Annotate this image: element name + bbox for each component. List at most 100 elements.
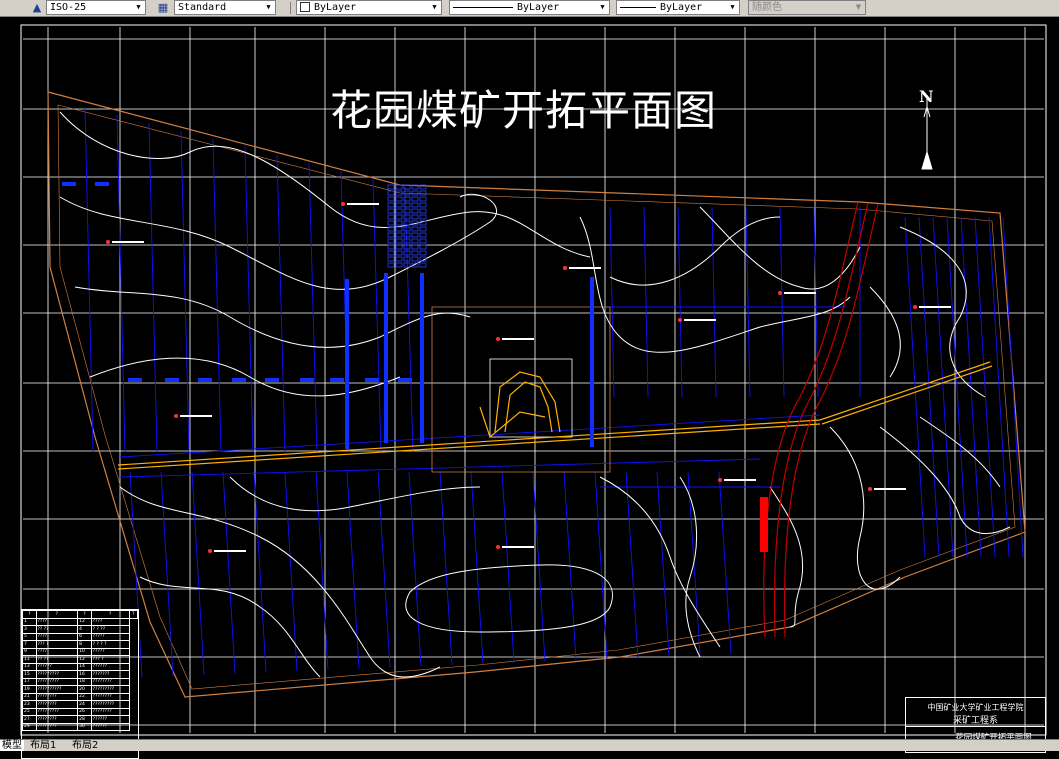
panel-line [244, 146, 254, 453]
borehole-marker [106, 240, 110, 244]
boreholes [106, 202, 951, 553]
pillar-cell [387, 238, 395, 244]
pillar-cell [395, 238, 403, 244]
legend-cell: 23 [22, 700, 37, 709]
pillar-cell [395, 256, 403, 262]
borehole-marker [174, 414, 178, 418]
panel-line [84, 106, 94, 453]
plotstyle-value: 随颜色 [752, 2, 782, 13]
legend-cell: 14 [77, 662, 92, 671]
legend-cell: 27 [22, 715, 37, 724]
pillar-cell [419, 238, 427, 244]
legend-cell: 20 [77, 685, 92, 694]
legend-cell: 8 [77, 640, 92, 649]
legend-cell: ???????? [35, 700, 79, 709]
legend-cell: ???????? [90, 707, 130, 716]
tab-layout2[interactable]: 布局2 [70, 740, 100, 751]
legend-row: 1???? 12???? [22, 617, 138, 626]
legend-cell: 9 [22, 647, 37, 656]
shaft-area [489, 358, 573, 438]
pillar-cell [403, 208, 411, 214]
pillar-cell [419, 232, 427, 238]
legend-cell: 22 [77, 692, 92, 701]
pillar-cell [411, 238, 419, 244]
lineweight-combo[interactable]: ByLayer ▼ [616, 0, 740, 15]
contour-line [609, 216, 781, 286]
panel-line [253, 471, 267, 673]
pillar-cell [387, 220, 395, 226]
pillar-cell [419, 226, 427, 232]
legend-cell: 28 [77, 715, 92, 724]
pillar-cell [419, 214, 427, 220]
legend-cell: 29 [22, 722, 37, 731]
pillar-cell [387, 208, 395, 214]
layer-color-combo[interactable]: ByLayer ▼ [296, 0, 442, 15]
tab-model[interactable]: 模型 [0, 740, 24, 751]
legend-row: 21???????? 22???????? [22, 692, 138, 701]
pillar-cell [419, 190, 427, 196]
pillar-cell [419, 262, 427, 268]
legend-cell: 10 [77, 647, 92, 656]
pillar-cell [411, 196, 419, 202]
legend-cell: 7 [22, 640, 37, 649]
pillar-cell [387, 184, 395, 190]
chevron-down-icon[interactable]: ▼ [852, 1, 865, 14]
lineweight-sample-icon [620, 6, 656, 8]
properties-toolbar: ▲ ISO-25 ▼ ▦ Standard ▼ ByLayer ▼ ByLaye… [0, 0, 1059, 17]
legend-cell: ????????? [90, 700, 130, 709]
legend-cell: 3 [22, 625, 37, 634]
dimstyle-combo[interactable]: ISO-25 ▼ [46, 0, 146, 15]
contour-line [599, 476, 721, 648]
legend-cell: ????????? [35, 707, 79, 716]
legend-cell: ???? [90, 617, 130, 626]
legend-cell: ???????? [90, 692, 130, 701]
chevron-down-icon[interactable]: ▼ [428, 1, 441, 14]
legend-row: 9???? 10????? [22, 647, 138, 656]
legend-cell: ????? [90, 647, 130, 656]
legend-row: 5???? 6????? [22, 632, 138, 641]
panel-line [609, 206, 615, 398]
drawing-title[interactable]: 花园煤矿开拓平面图 [330, 77, 790, 138]
panel-line [276, 154, 286, 453]
legend-cell: ? ? ? ? [90, 640, 130, 649]
textstyle-combo[interactable]: Standard ▼ [174, 0, 276, 15]
chevron-down-icon[interactable]: ▼ [596, 1, 609, 14]
legend-header-cell: ? [77, 610, 92, 619]
chevron-down-icon[interactable]: ▼ [726, 1, 739, 14]
legend-cell: ??? ? [90, 655, 130, 664]
plotstyle-combo[interactable]: 随颜色 ▼ [748, 0, 866, 15]
color-swatch-icon [300, 2, 310, 12]
pillar-cell [395, 244, 403, 250]
legend-row: 23???????? 24????????? [22, 700, 138, 709]
pillar-cell [411, 244, 419, 250]
borehole-marker [563, 266, 567, 270]
textstyle-manager-icon[interactable]: ▦ [156, 1, 170, 15]
panel-line [470, 471, 484, 664]
pillar-cell [395, 214, 403, 220]
tab-layout1[interactable]: 布局1 [28, 740, 58, 751]
legend-row: 3?? ?? 4? ? ?? [22, 625, 138, 634]
panel-line [222, 471, 236, 674]
pillar-cell [395, 196, 403, 202]
legend-cell: 4 [77, 625, 92, 634]
inner-boundary [57, 104, 1016, 690]
legend-table[interactable]: ????? 1???? 12???? 3?? ?? 4? ? ?? 5???? 6?????… [21, 609, 139, 759]
legend-cell: 15 [22, 670, 37, 679]
dimstyle-manager-icon[interactable]: ▲ [30, 1, 44, 15]
linetype-combo[interactable]: ByLayer ▼ [449, 0, 610, 15]
legend-cell: 12 [77, 617, 92, 626]
pillar-cell [403, 226, 411, 232]
legend-header-cell: ? [35, 610, 79, 619]
legend-header-cell: ? [128, 610, 139, 619]
legend-cell: ???????? [35, 722, 79, 731]
north-label: N [919, 87, 934, 106]
chevron-down-icon[interactable]: ▼ [132, 1, 145, 14]
legend-cell: 13 [22, 662, 37, 671]
pillar-cell [411, 214, 419, 220]
chevron-down-icon[interactable]: ▼ [262, 1, 275, 14]
drawing-canvas[interactable]: 花园煤矿开拓平面图 N 中国矿业大学矿业工程学院 采矿工程系 花园煤矿开拓平面图… [0, 17, 1059, 759]
legend-cell: ???????? [35, 715, 79, 724]
pillar-cell [395, 208, 403, 214]
pillar-cell [395, 202, 403, 208]
borehole-marker [913, 305, 917, 309]
